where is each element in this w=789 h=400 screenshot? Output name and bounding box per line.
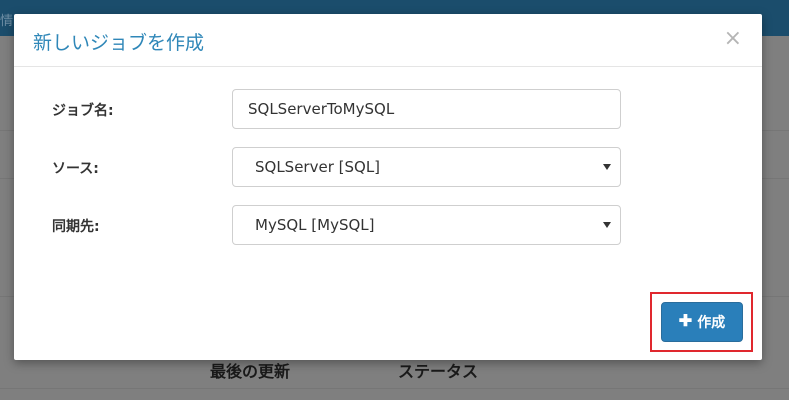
job-name-input[interactable] [232, 89, 621, 129]
destination-select[interactable]: MySQL [MySQL] [232, 205, 621, 245]
topbar-text: 情 [0, 14, 14, 29]
form-row-job-name: ジョブ名: [14, 89, 762, 129]
new-job-modal: 新しいジョブを作成 × ジョブ名: ソース: SQLServer [SQL] 同… [14, 14, 762, 360]
modal-title: 新しいジョブを作成 [33, 32, 205, 54]
source-select[interactable]: SQLServer [SQL] [232, 147, 621, 187]
caret-down-icon [603, 164, 611, 170]
column-header-status: ステータス [398, 362, 479, 381]
job-name-label: ジョブ名: [52, 103, 114, 119]
source-selected-value: SQLServer [SQL] [255, 158, 381, 176]
form-row-source: ソース: SQLServer [SQL] [14, 147, 762, 187]
destination-selected-value: MySQL [MySQL] [255, 216, 375, 234]
plus-icon: ✚ [678, 313, 693, 330]
divider [0, 388, 789, 389]
destination-label: 同期先: [52, 219, 100, 235]
close-icon[interactable]: × [724, 28, 742, 50]
form-row-destination: 同期先: MySQL [MySQL] [14, 205, 762, 245]
caret-down-icon [603, 222, 611, 228]
create-button-label: 作成 [697, 314, 726, 330]
column-header-last-updated: 最後の更新 [210, 362, 291, 381]
create-button[interactable]: ✚ 作成 [661, 302, 743, 342]
source-label: ソース: [52, 161, 99, 177]
modal-header: 新しいジョブを作成 × [14, 14, 762, 67]
